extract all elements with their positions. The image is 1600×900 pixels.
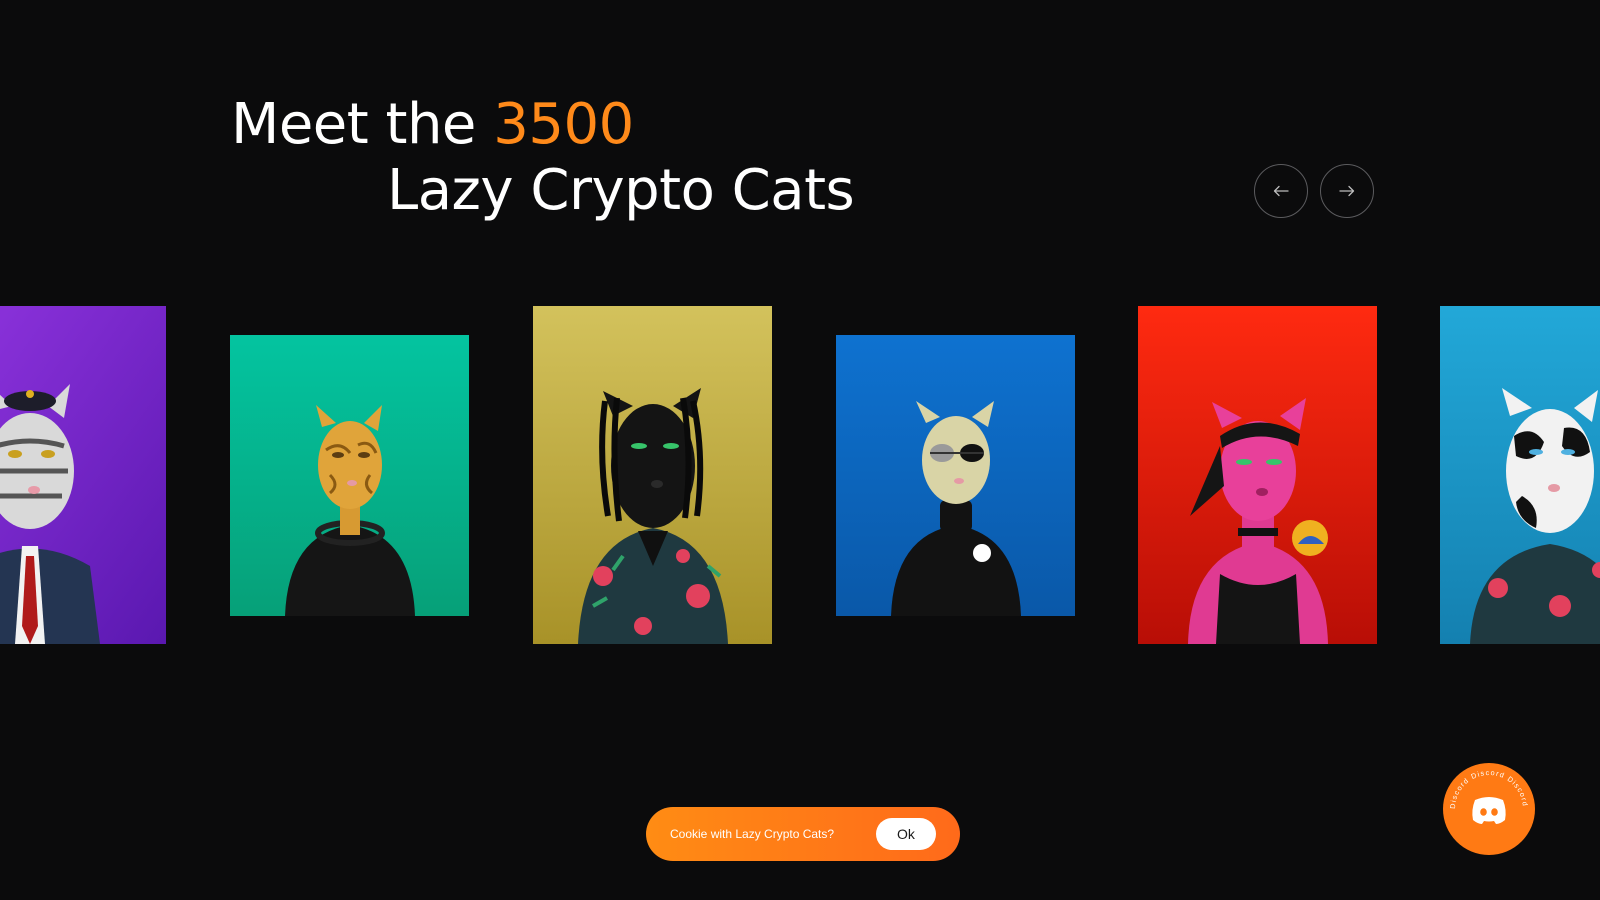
cat-portrait-leopard <box>230 335 469 616</box>
cat-portrait-bandana <box>1138 306 1377 644</box>
cat-portrait-eyepatch <box>836 335 1075 616</box>
cat-portrait-tabby <box>0 306 166 644</box>
arrow-left-icon <box>1273 185 1289 197</box>
arrow-right-icon <box>1339 185 1355 197</box>
cat-card[interactable] <box>836 335 1075 616</box>
title-line-1: Meet the 3500 <box>231 92 854 158</box>
title-prefix: Meet the <box>231 92 494 157</box>
cat-card[interactable] <box>1138 306 1377 644</box>
carousel-next-button[interactable] <box>1320 164 1374 218</box>
cat-card[interactable] <box>1440 306 1600 644</box>
cat-card[interactable] <box>533 306 772 644</box>
title-line-2: Lazy Crypto Cats <box>387 158 855 223</box>
discord-button[interactable]: Discord Discord Discord <box>1443 763 1535 855</box>
carousel-prev-button[interactable] <box>1254 164 1308 218</box>
title-count: 3500 <box>493 92 634 157</box>
cat-card[interactable] <box>0 306 166 644</box>
cookie-message: Cookie with Lazy Crypto Cats? <box>670 827 835 841</box>
cookie-consent-bar: Cookie with Lazy Crypto Cats? Ok <box>646 807 960 861</box>
cat-portrait-cow <box>1440 306 1600 644</box>
page-title: Meet the 3500 Lazy Crypto Cats <box>231 92 855 224</box>
cookie-ok-button[interactable]: Ok <box>876 818 936 850</box>
cat-portrait-dreadlocks <box>533 306 772 644</box>
cat-gallery <box>0 300 1600 650</box>
discord-icon: Discord Discord Discord <box>1444 764 1534 854</box>
cat-card[interactable] <box>230 335 469 616</box>
